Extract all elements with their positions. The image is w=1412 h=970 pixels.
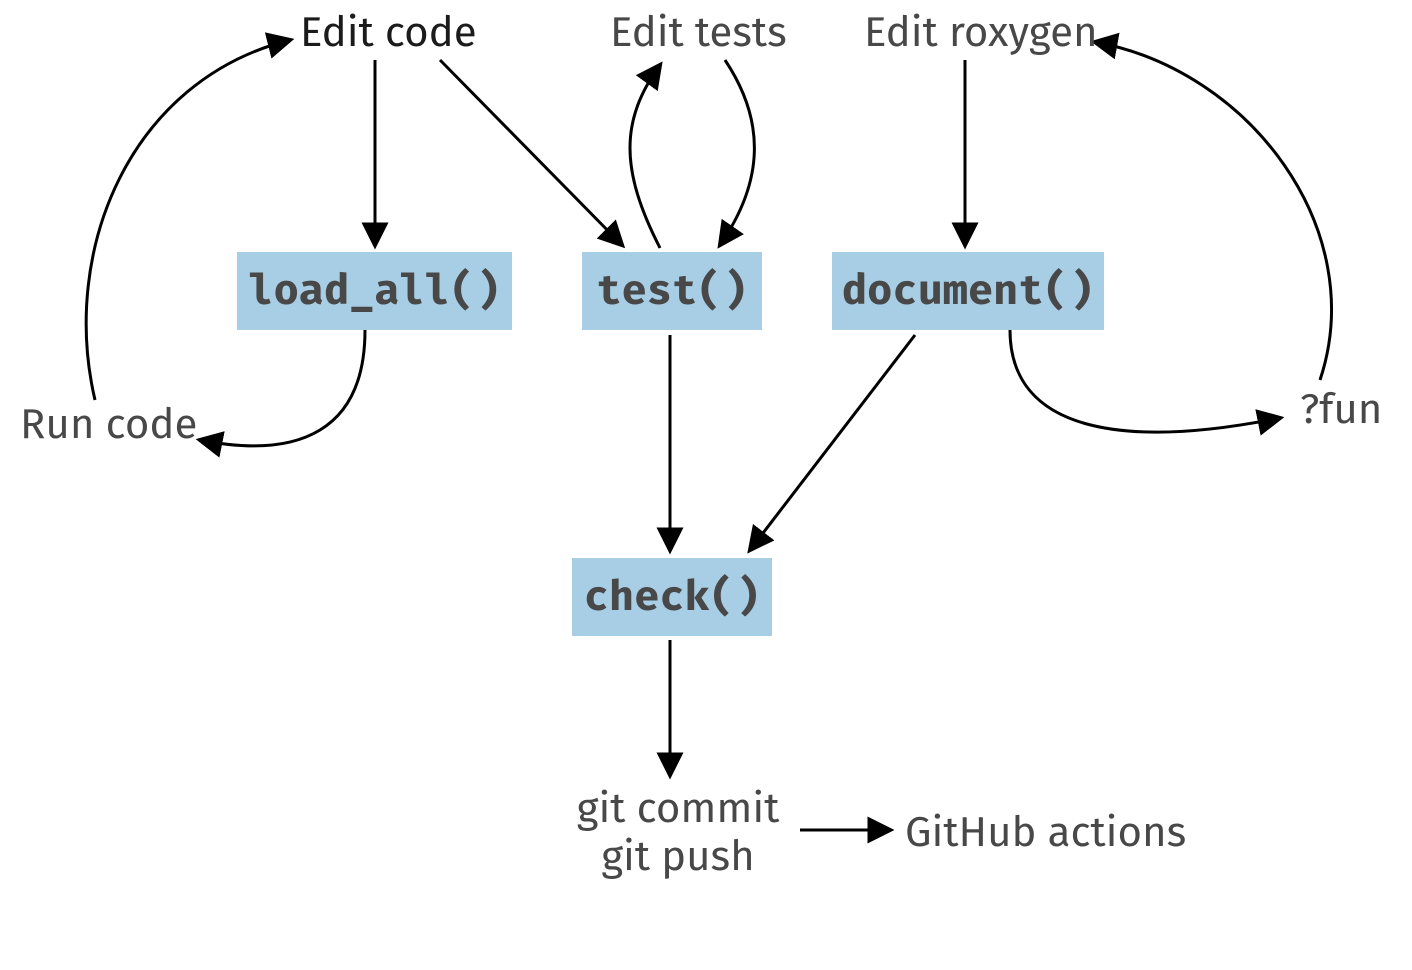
node-git: git commit git push — [568, 785, 788, 882]
node-load-all: load_all() — [237, 252, 512, 330]
node-check: check() — [572, 558, 772, 636]
edge-fun-editroxygen — [1095, 42, 1332, 380]
node-test-label: test() — [596, 266, 747, 316]
edge-document-fun — [1010, 330, 1280, 432]
node-edit-code: Edit code — [300, 8, 477, 58]
node-document-label: document() — [842, 266, 1094, 316]
edge-runcode-editcode — [86, 40, 290, 400]
edge-document-check — [750, 335, 915, 550]
node-run-code: Run code — [20, 400, 197, 450]
edge-loadall-runcode — [200, 330, 365, 446]
node-fun-help: ?fun — [1300, 385, 1382, 435]
node-github-actions: GitHub actions — [905, 808, 1186, 858]
edge-editcode-test — [440, 60, 622, 245]
edge-edittests-test — [720, 60, 754, 245]
node-edit-roxygen: Edit roxygen — [864, 8, 1098, 58]
node-git-line2: git push — [601, 832, 755, 882]
node-git-line1: git commit — [577, 784, 780, 834]
node-edit-tests: Edit tests — [610, 8, 787, 58]
node-test: test() — [582, 252, 762, 330]
node-check-label: check() — [584, 572, 760, 622]
edge-test-edittests — [630, 65, 660, 248]
node-document: document() — [832, 252, 1104, 330]
node-load-all-label: load_all() — [248, 266, 500, 316]
